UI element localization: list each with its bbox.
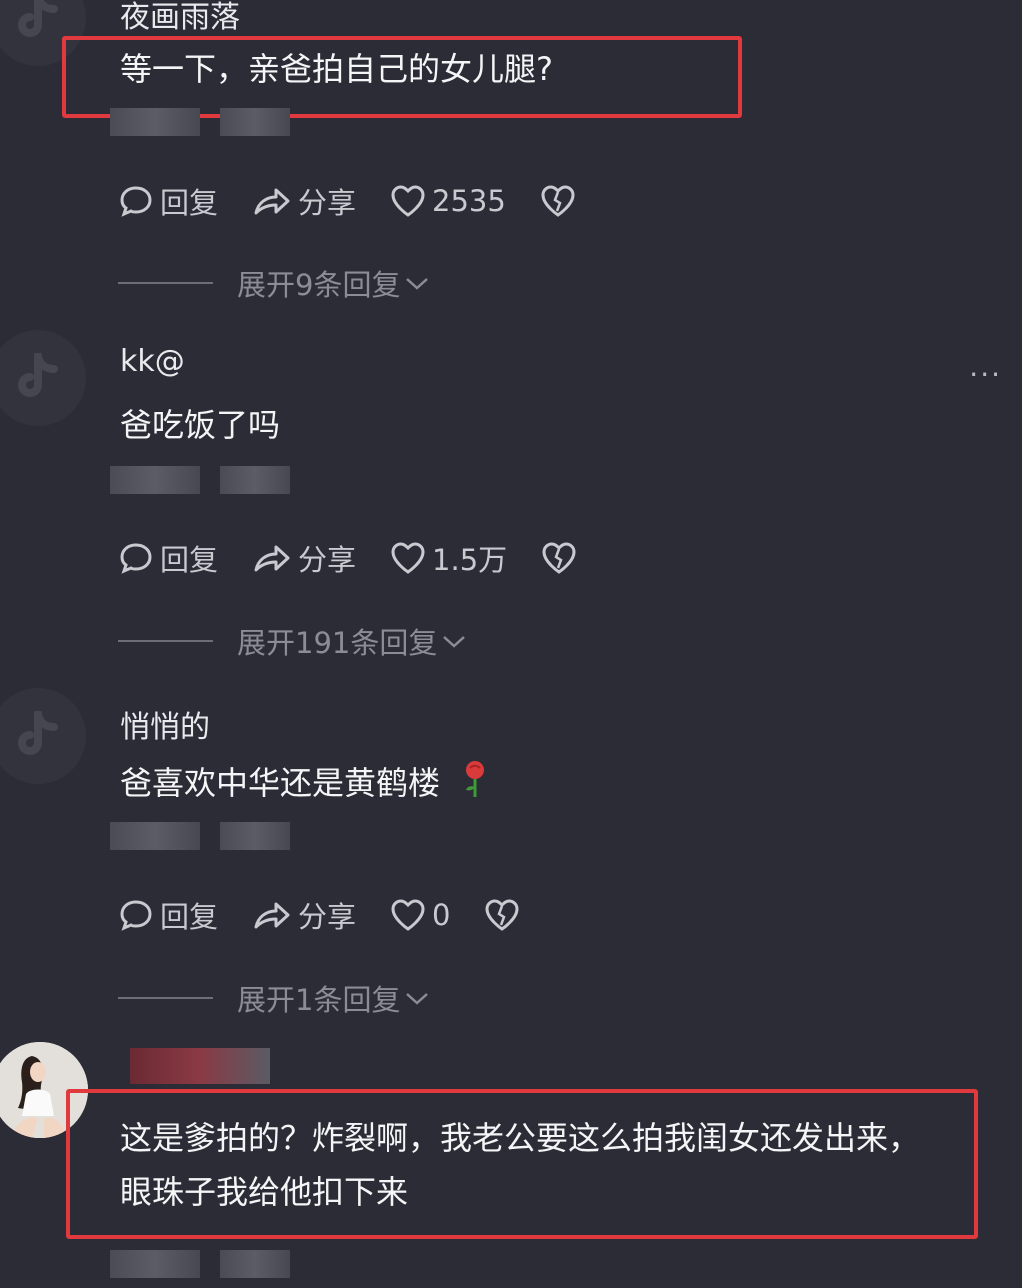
avatar[interactable] — [0, 330, 86, 426]
divider — [118, 997, 213, 999]
share-icon — [254, 545, 290, 572]
expand-replies-label: 展开1条回复 — [237, 983, 401, 1017]
username-blurred — [110, 1048, 290, 1084]
like-count: 0 — [432, 898, 451, 932]
share-label: 分享 — [298, 186, 357, 220]
comment-username[interactable]: 悄悄的 — [120, 702, 210, 746]
reply-label: 回复 — [160, 186, 219, 220]
expand-replies-label: 展开9条回复 — [237, 268, 401, 302]
comment-meta-blurred — [110, 108, 290, 136]
share-label: 分享 — [298, 900, 357, 934]
like-button[interactable]: 0 — [390, 898, 450, 932]
comment-text-content: 爸喜欢中华还是黄鹤楼 — [120, 764, 441, 802]
share-button[interactable]: 分享 — [252, 180, 356, 222]
expand-replies-button[interactable]: 展开191条回复 — [118, 620, 467, 662]
comment-actions: 回复 分享 1.5万 — [118, 537, 617, 579]
heart-icon — [391, 542, 425, 574]
divider — [118, 640, 213, 642]
tiktok-avatar-icon — [0, 330, 86, 426]
share-button[interactable]: 分享 — [252, 894, 356, 936]
share-button[interactable]: 分享 — [252, 537, 356, 579]
heart-icon — [391, 899, 425, 931]
comment-username[interactable]: 夜画雨落 — [120, 0, 240, 36]
dislike-heart-icon — [542, 542, 576, 574]
avatar[interactable] — [0, 688, 86, 784]
like-button[interactable]: 2535 — [390, 184, 506, 218]
rose-emoji-icon — [466, 761, 485, 797]
expand-replies-button[interactable]: 展开1条回复 — [118, 977, 430, 1019]
dislike-button[interactable] — [541, 541, 583, 575]
share-label: 分享 — [298, 543, 357, 577]
chevron-down-icon — [406, 278, 429, 290]
reply-label: 回复 — [160, 543, 219, 577]
like-button[interactable]: 1.5万 — [390, 537, 507, 579]
tiktok-avatar-icon — [0, 688, 86, 784]
expand-replies-button[interactable]: 展开9条回复 — [118, 262, 430, 304]
reply-button[interactable]: 回复 — [118, 894, 218, 936]
comment-meta-blurred — [110, 822, 290, 850]
more-options-icon[interactable]: ··· — [969, 358, 1002, 391]
share-icon — [254, 188, 290, 215]
reply-button[interactable]: 回复 — [118, 180, 218, 222]
comment-meta-blurred — [110, 466, 290, 494]
dislike-heart-icon — [541, 185, 575, 217]
like-count: 1.5万 — [432, 543, 508, 577]
dislike-heart-icon — [485, 899, 519, 931]
chevron-down-icon — [406, 993, 429, 1005]
chevron-down-icon — [443, 636, 466, 648]
share-icon — [254, 902, 290, 929]
comment-actions: 回复 分享 2535 — [118, 180, 616, 222]
comment-meta-blurred — [110, 1250, 290, 1278]
highlight-box — [66, 1089, 978, 1239]
reply-button[interactable]: 回复 — [118, 537, 218, 579]
comment-actions: 回复 分享 0 — [118, 894, 560, 936]
dislike-button[interactable] — [540, 184, 582, 218]
reply-label: 回复 — [160, 900, 219, 934]
comment-icon — [120, 900, 152, 931]
comment-icon — [120, 543, 152, 574]
heart-icon — [391, 185, 425, 217]
comment-username[interactable]: kk@ — [120, 344, 185, 379]
highlight-box — [62, 36, 742, 118]
comment-icon — [120, 186, 152, 217]
dislike-button[interactable] — [484, 898, 526, 932]
comment-text: 爸吃饭了吗 — [120, 406, 281, 444]
comment-text: 爸喜欢中华还是黄鹤楼 — [120, 756, 490, 810]
like-count: 2535 — [432, 184, 506, 218]
divider — [118, 282, 213, 284]
expand-replies-label: 展开191条回复 — [237, 626, 438, 660]
